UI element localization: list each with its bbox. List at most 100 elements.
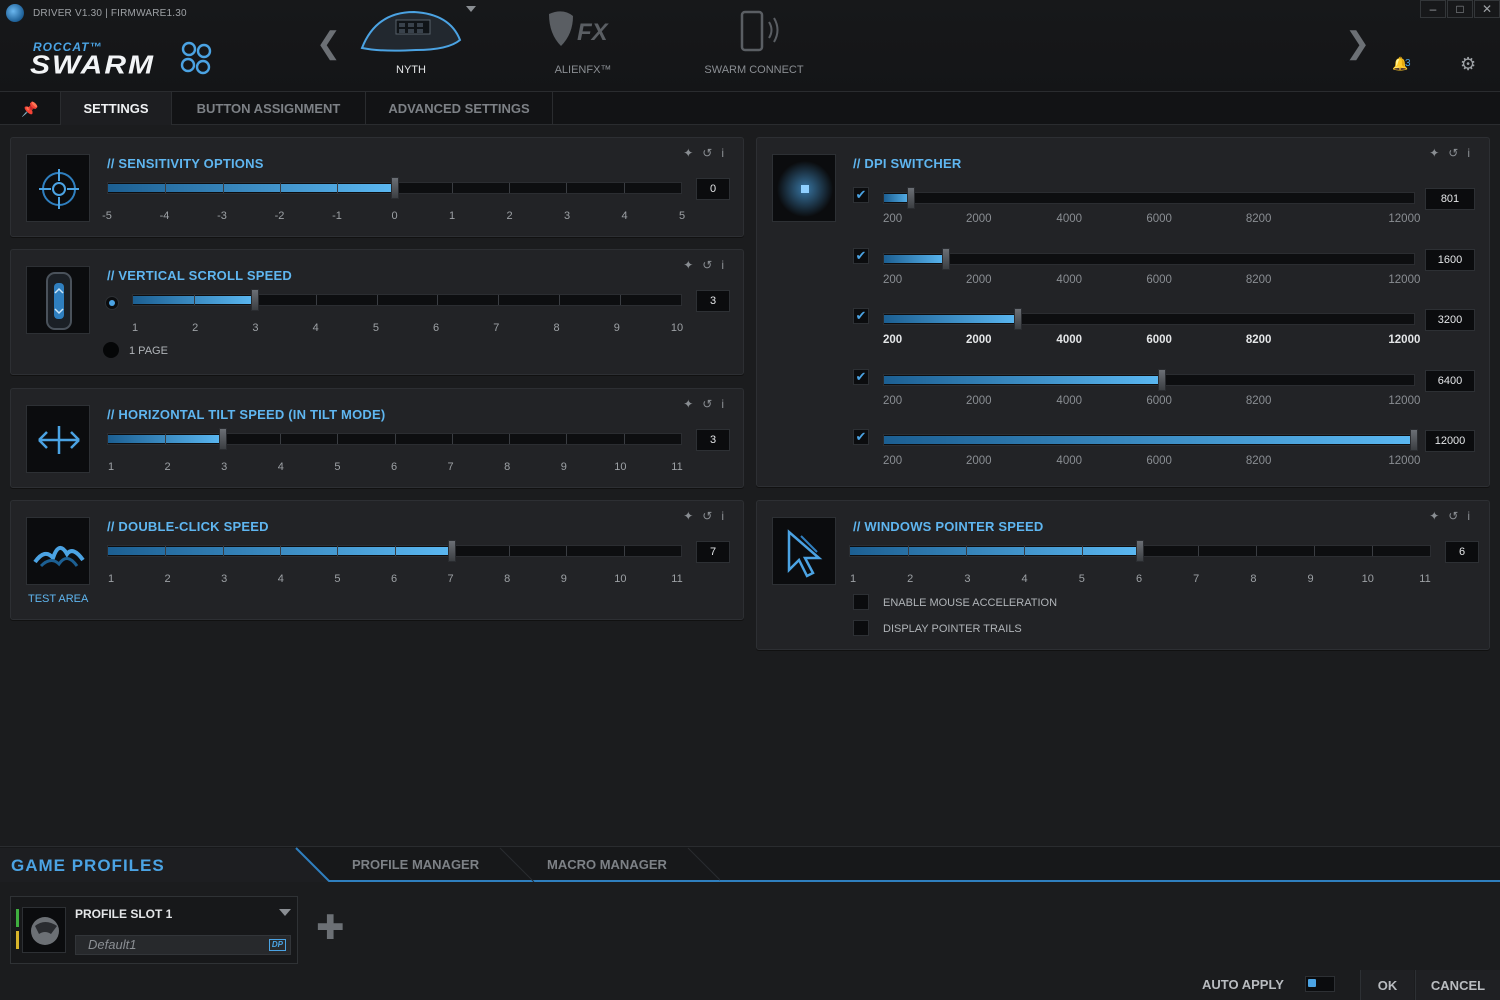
maximize-icon[interactable]: □ xyxy=(1447,0,1473,18)
info-icon[interactable]: i xyxy=(721,258,733,272)
tab-settings[interactable]: SETTINGS xyxy=(61,92,172,125)
tab-advanced-settings[interactable]: ADVANCED SETTINGS xyxy=(366,92,553,125)
tab-button-assignment[interactable]: BUTTON ASSIGNMENT xyxy=(172,92,366,125)
close-icon[interactable]: ✕ xyxy=(1474,0,1500,18)
dpi-scale-label: 12000 xyxy=(1388,334,1421,346)
horizontal-tilt-slider[interactable] xyxy=(107,428,682,450)
device-alienfx[interactable]: FX ALIENFX™ xyxy=(513,6,653,86)
slider-tick xyxy=(165,434,167,444)
device-dropdown-icon[interactable] xyxy=(466,6,476,12)
scale-label: -5 xyxy=(102,210,112,222)
profile-name-field[interactable]: Default1 DP xyxy=(75,935,291,955)
scale-label: 2 xyxy=(192,322,199,334)
scale-label: 10 xyxy=(1361,573,1374,585)
mouse-acceleration-label: ENABLE MOUSE ACCELERATION xyxy=(883,597,1058,609)
slider-thumb[interactable] xyxy=(1014,308,1023,330)
slider-tick xyxy=(623,434,625,444)
dpi-level-slider[interactable] xyxy=(883,429,1418,451)
reset-icon[interactable]: ↺ xyxy=(1448,146,1467,160)
slider-thumb[interactable] xyxy=(1136,540,1144,562)
slider-tick xyxy=(966,546,967,556)
info-icon[interactable]: i xyxy=(721,397,733,411)
slider-thumb[interactable] xyxy=(942,247,950,270)
device-nyth[interactable]: NYTH xyxy=(341,6,481,86)
dpi-level-slider[interactable] xyxy=(883,187,1415,209)
dpi-level-checkbox[interactable]: ✔ xyxy=(853,247,869,264)
info-icon[interactable]: i xyxy=(721,146,733,160)
reset-icon[interactable]: ↺ xyxy=(702,146,721,160)
device-prev-arrow-icon[interactable]: ❮ xyxy=(316,26,341,61)
scale-label: 11 xyxy=(671,573,683,585)
dpi-level-checkbox[interactable]: ✔ xyxy=(853,308,869,324)
pin-icon[interactable]: ✦ xyxy=(683,509,702,523)
pin-icon[interactable]: ✦ xyxy=(1429,146,1448,160)
slider-tick xyxy=(193,295,195,305)
test-area-label[interactable]: TEST AREA xyxy=(28,593,88,605)
pin-icon[interactable]: ✦ xyxy=(683,397,702,411)
scale-label: 4 xyxy=(277,461,284,473)
cancel-button[interactable]: CANCEL xyxy=(1415,970,1500,1000)
panel-title: // SENSITIVITY OPTIONS xyxy=(107,156,264,171)
pin-icon[interactable]: ✦ xyxy=(683,258,702,272)
info-icon[interactable]: i xyxy=(721,509,733,523)
slider-thumb[interactable] xyxy=(1158,368,1167,391)
gear-icon[interactable]: ⚙ xyxy=(1460,54,1476,75)
dpi-scale-label: 2000 xyxy=(965,213,992,225)
dpi-scale-label: 6000 xyxy=(1146,213,1172,225)
slider-thumb[interactable] xyxy=(250,289,259,311)
tab-bar: 📌 SETTINGS BUTTON ASSIGNMENT ADVANCED SE… xyxy=(0,91,1500,125)
scale-label: 8 xyxy=(504,461,511,473)
device-next-arrow-icon[interactable]: ❯ xyxy=(1345,26,1370,61)
pointer-cursor-icon xyxy=(772,517,836,585)
profile-slot-card[interactable]: PROFILE SLOT 1 Default1 DP xyxy=(10,896,298,964)
slider-thumb[interactable] xyxy=(218,428,227,450)
dpi-scale-label: 6000 xyxy=(1146,273,1172,286)
double-click-slider[interactable] xyxy=(107,540,682,562)
dpi-level-slider[interactable] xyxy=(883,368,1415,391)
scroll-page-radio[interactable] xyxy=(103,342,119,358)
dpi-level-value: 6400 xyxy=(1425,369,1475,392)
info-icon[interactable]: i xyxy=(1467,509,1479,523)
dpi-scale-label: 12000 xyxy=(1388,455,1421,467)
double-click-value: 7 xyxy=(696,541,730,563)
pin-icon[interactable]: 📌 xyxy=(0,92,61,125)
reset-icon[interactable]: ↺ xyxy=(702,258,721,272)
dpi-level-slider[interactable] xyxy=(883,308,1415,330)
slider-thumb[interactable] xyxy=(1410,429,1418,451)
pointer-trails-checkbox[interactable] xyxy=(853,620,869,636)
info-icon[interactable]: i xyxy=(1467,146,1479,160)
dpi-level-checkbox[interactable]: ✔ xyxy=(853,429,869,445)
vertical-scroll-slider[interactable] xyxy=(132,289,682,311)
dpi-scale-label: 6000 xyxy=(1146,394,1172,407)
mouse-acceleration-checkbox[interactable] xyxy=(853,594,869,610)
add-profile-icon[interactable]: ✚ xyxy=(316,908,345,948)
slider-thumb[interactable] xyxy=(906,187,915,209)
dpi-level-slider[interactable] xyxy=(883,247,1415,270)
dpi-scale-label: 12000 xyxy=(1388,273,1421,286)
reset-icon[interactable]: ↺ xyxy=(702,397,721,411)
reset-icon[interactable]: ↺ xyxy=(702,509,721,523)
pin-icon[interactable]: ✦ xyxy=(683,146,702,160)
slider-tick xyxy=(337,546,339,556)
slider-thumb[interactable] xyxy=(390,177,399,199)
dpi-level-checkbox[interactable]: ✔ xyxy=(853,368,869,385)
reset-icon[interactable]: ↺ xyxy=(1448,509,1467,523)
ok-button[interactable]: OK xyxy=(1360,970,1414,1000)
device-swarm-connect[interactable]: SWARM CONNECT xyxy=(684,6,824,86)
slider-tick xyxy=(376,295,378,305)
dpi-level-checkbox[interactable]: ✔ xyxy=(853,187,869,203)
double-click-test-icon[interactable] xyxy=(26,517,90,585)
pin-icon[interactable]: ✦ xyxy=(1429,509,1448,523)
minimize-icon[interactable]: – xyxy=(1420,0,1446,18)
sensitivity-slider[interactable] xyxy=(107,177,682,199)
chevron-down-icon[interactable] xyxy=(279,909,291,916)
tab-macro-manager[interactable]: MACRO MANAGER xyxy=(547,857,667,872)
scroll-lines-radio[interactable] xyxy=(105,296,119,310)
slider-tick xyxy=(498,295,500,305)
dpi-scale-label: 200 xyxy=(883,455,903,467)
tab-profile-manager[interactable]: PROFILE MANAGER xyxy=(352,857,479,872)
slider-thumb[interactable] xyxy=(447,540,456,562)
panel-tools: ✦↺i xyxy=(683,146,733,160)
pointer-speed-slider[interactable] xyxy=(849,540,1431,562)
slider-tick xyxy=(566,183,568,193)
